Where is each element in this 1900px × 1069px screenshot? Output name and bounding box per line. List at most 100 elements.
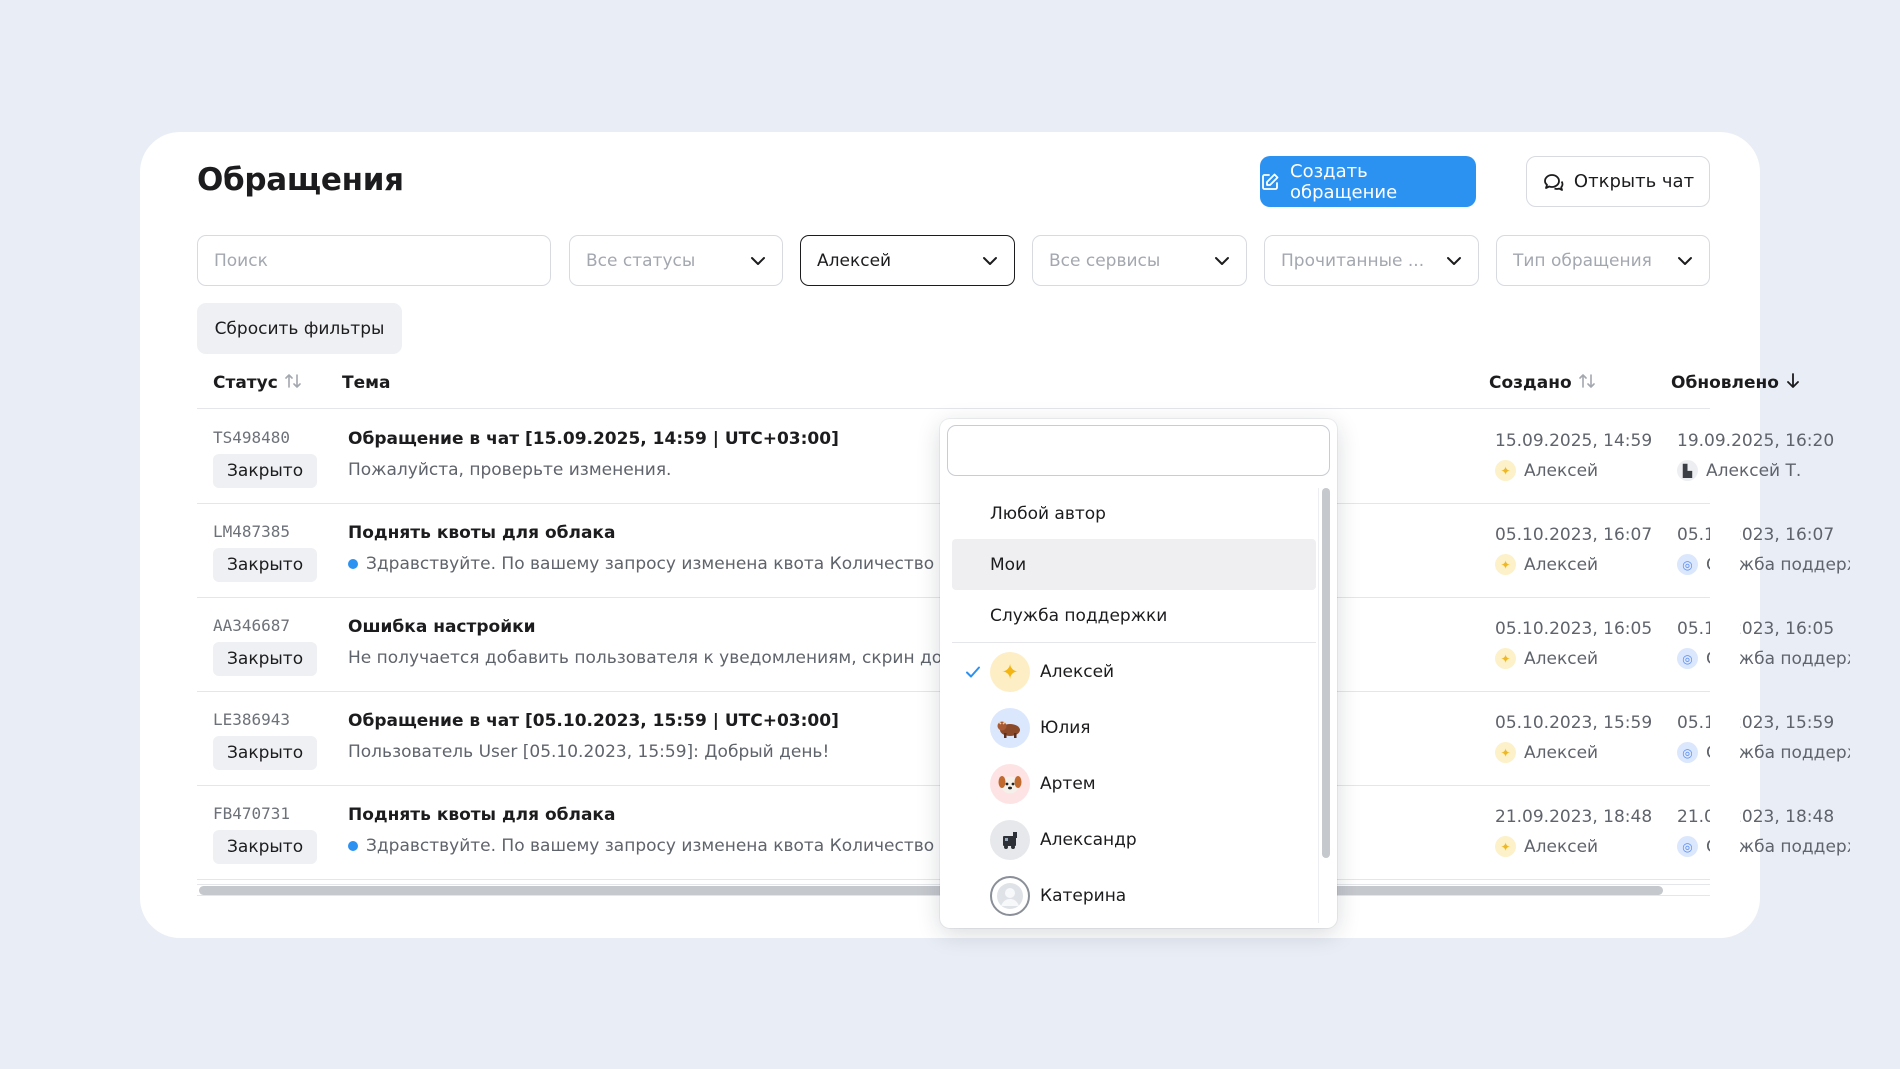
sort-down-icon [1785,372,1801,395]
search-input-field[interactable] [214,250,534,271]
ticket-subject: Обращение в чат [05.10.2023, 15:59 | UTC… [348,711,839,731]
updated-by: ◎ Служба поддерж [1677,648,1850,669]
support-icon: ◎ [1677,742,1698,763]
user-name: Алексей [1040,662,1115,682]
sparkle-icon: ✦ [1495,648,1516,669]
read-filter[interactable]: Прочитанные ... [1264,235,1479,286]
horizontal-scrollbar-thumb[interactable] [199,886,1663,895]
type-filter-value: Тип обращения [1513,250,1652,271]
status-filter[interactable]: Все статусы [569,235,783,286]
column-status[interactable]: Статус [213,357,302,409]
column-subject-label: Тема [342,373,391,393]
column-created-label: Создано [1489,373,1572,393]
status-badge: Закрыто [213,736,318,770]
sparkle-icon: ✦ [1495,836,1516,857]
option-mine[interactable]: Мои [952,539,1316,590]
option-user-katerina[interactable]: Катерина [952,868,1316,924]
dropdown-divider [952,642,1316,643]
status-filter-value: Все статусы [586,250,696,271]
option-user-yulia[interactable]: Юлия [952,700,1316,756]
status-badge: Закрыто [213,548,318,582]
open-chat-button[interactable]: Открыть чат [1526,156,1710,207]
ticket-id: LE386943 [213,710,291,729]
support-icon: ◎ [1677,648,1698,669]
chevron-down-icon [982,251,998,271]
table-clip [1710,502,1740,882]
column-status-label: Статус [213,373,278,393]
created-date: 21.09.2023, 18:48 [1495,807,1653,827]
create-ticket-label: Создать обращение [1290,160,1398,203]
tickets-panel: Обращения Создать обращение Открыть чат … [140,132,1850,938]
updated-date: 05.10.2023, 16:07 [1677,525,1835,545]
dropdown-scrollbar-thumb[interactable] [1322,488,1330,858]
column-created[interactable]: Создано [1489,357,1596,409]
updated-date: 05.10.2023, 16:05 [1677,619,1835,639]
status-badge: Закрыто [213,830,318,864]
sort-icon [284,372,302,395]
column-updated[interactable]: Обновлено [1671,357,1801,409]
sort-icon [1578,372,1596,395]
edit-icon [1260,172,1280,192]
sparkle-avatar-icon: ✦ [990,652,1030,692]
option-user-aleksandr[interactable]: Александр [952,812,1316,868]
created-date: 05.10.2023, 16:05 [1495,619,1653,639]
train-avatar-icon: ▙ [1677,460,1698,481]
updated-by: ▙ Алексей Т. [1677,460,1850,481]
chevron-down-icon [1446,251,1462,271]
created-date: 05.10.2023, 16:07 [1495,525,1653,545]
updated-date: 05.10.2023, 15:59 [1677,713,1835,733]
table-header: Статус Тема Создано Обновлено [197,357,1799,409]
type-filter[interactable]: Тип обращения [1496,235,1710,286]
updated-date: 21.09.2023, 18:48 [1677,807,1835,827]
create-ticket-button[interactable]: Создать обращение [1260,156,1476,207]
created-by: ✦ Алексей [1495,742,1665,763]
ticket-id: TS498480 [213,428,291,447]
support-icon: ◎ [1677,554,1698,575]
support-icon: ◎ [1677,836,1698,857]
option-any-author[interactable]: Любой автор [952,488,1316,539]
updated-by: ◎ Служба поддерж [1677,554,1850,575]
author-filter-value: Алексей [817,250,892,271]
status-badge: Закрыто [213,454,318,488]
user-name: Катерина [1040,886,1127,906]
user-name: Александр [1040,830,1137,850]
column-updated-label: Обновлено [1671,373,1779,393]
column-subject: Тема [342,357,391,409]
user-name: Артем [1040,774,1096,794]
created-by: ✦ Алексей [1495,836,1665,857]
services-filter[interactable]: Все сервисы [1032,235,1247,286]
chevron-down-icon [1677,251,1693,271]
search-input[interactable] [197,235,551,286]
created-date: 15.09.2025, 14:59 [1495,431,1653,451]
ticket-id: FB470731 [213,804,291,823]
ticket-subject: Обращение в чат [15.09.2025, 14:59 | UTC… [348,429,839,449]
updated-by: ◎ Служба поддерж [1677,836,1850,857]
chat-icon [1542,172,1564,192]
ticket-subject: Ошибка настройки [348,617,536,637]
unread-dot-icon [348,841,358,851]
created-by: ✦ Алексей [1495,554,1665,575]
cow-avatar-icon [990,708,1030,748]
chevron-down-icon [1214,251,1230,271]
chevron-down-icon [750,251,766,271]
sparkle-icon: ✦ [1495,554,1516,575]
dropdown-search[interactable] [947,425,1330,476]
train-avatar-icon [990,820,1030,860]
option-support[interactable]: Служба поддержки [952,590,1316,641]
status-badge: Закрыто [213,642,318,676]
user-name: Юлия [1040,718,1091,738]
ticket-id: LM487385 [213,522,291,541]
dropdown-search-input[interactable] [962,426,1315,475]
sparkle-icon: ✦ [1495,742,1516,763]
ticket-subject: Поднять квоты для облака [348,523,616,543]
option-user-artem[interactable]: Артем [952,756,1316,812]
reset-filters-button[interactable]: Сбросить фильтры [197,303,402,354]
sparkle-icon: ✦ [1495,460,1516,481]
updated-date: 19.09.2025, 16:20 [1677,431,1835,451]
dropdown-scrollbar[interactable] [1318,488,1330,923]
ticket-id: AA346687 [213,616,291,635]
option-user-aleksey[interactable]: ✦ Алексей [952,644,1316,700]
person-avatar-icon [990,876,1030,916]
author-filter[interactable]: Алексей [800,235,1015,286]
unread-dot-icon [348,559,358,569]
